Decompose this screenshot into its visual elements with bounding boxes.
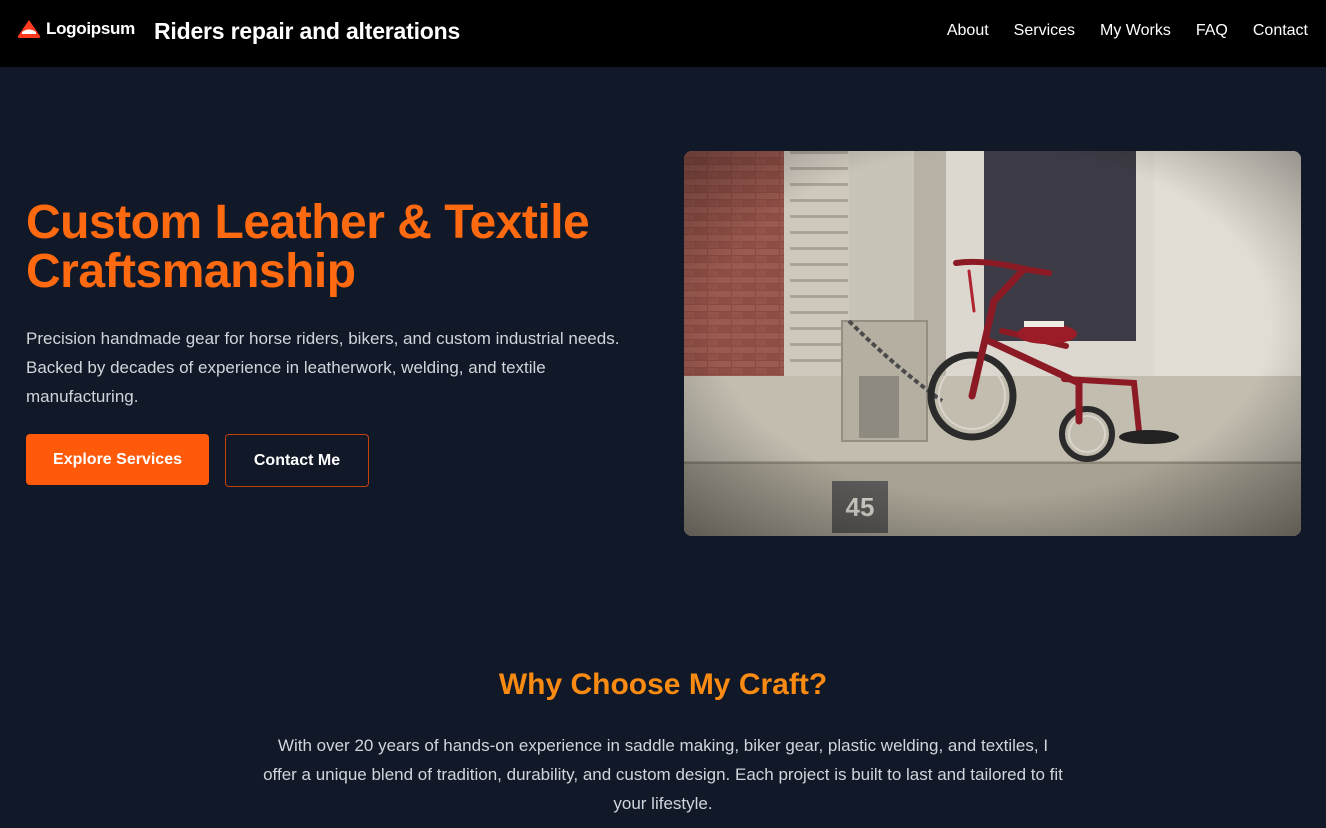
- section-text: With over 20 years of hands-on experienc…: [263, 736, 1063, 813]
- hero-description: Precision handmade gear for horse riders…: [26, 329, 620, 406]
- nav-link-my-works[interactable]: My Works: [1100, 22, 1171, 40]
- nav-link-contact[interactable]: Contact: [1253, 22, 1308, 40]
- brand-logo[interactable]: Logoipsum: [16, 19, 135, 39]
- nav-link-faq[interactable]: FAQ: [1196, 22, 1228, 40]
- section-title: Why Choose My Craft?: [498, 668, 828, 701]
- nav-link-services[interactable]: Services: [1014, 22, 1075, 40]
- logo-text: Logoipsum: [46, 19, 135, 38]
- logo-icon: [17, 20, 41, 38]
- navbar: Logoipsum Riders repair and alterations …: [0, 0, 1326, 67]
- site-title: Riders repair and alterations: [154, 18, 461, 44]
- nav-links: About Services My Works FAQ Contact: [922, 22, 1308, 40]
- tricycle-photo: 45: [684, 151, 1301, 536]
- hero-title: Custom Leather & Textile Craftsmanship: [26, 196, 590, 298]
- hero-image: 45: [684, 151, 1301, 536]
- contact-me-button[interactable]: Contact Me: [225, 434, 369, 487]
- explore-services-button[interactable]: Explore Services: [26, 434, 209, 485]
- nav-link-about[interactable]: About: [947, 22, 989, 40]
